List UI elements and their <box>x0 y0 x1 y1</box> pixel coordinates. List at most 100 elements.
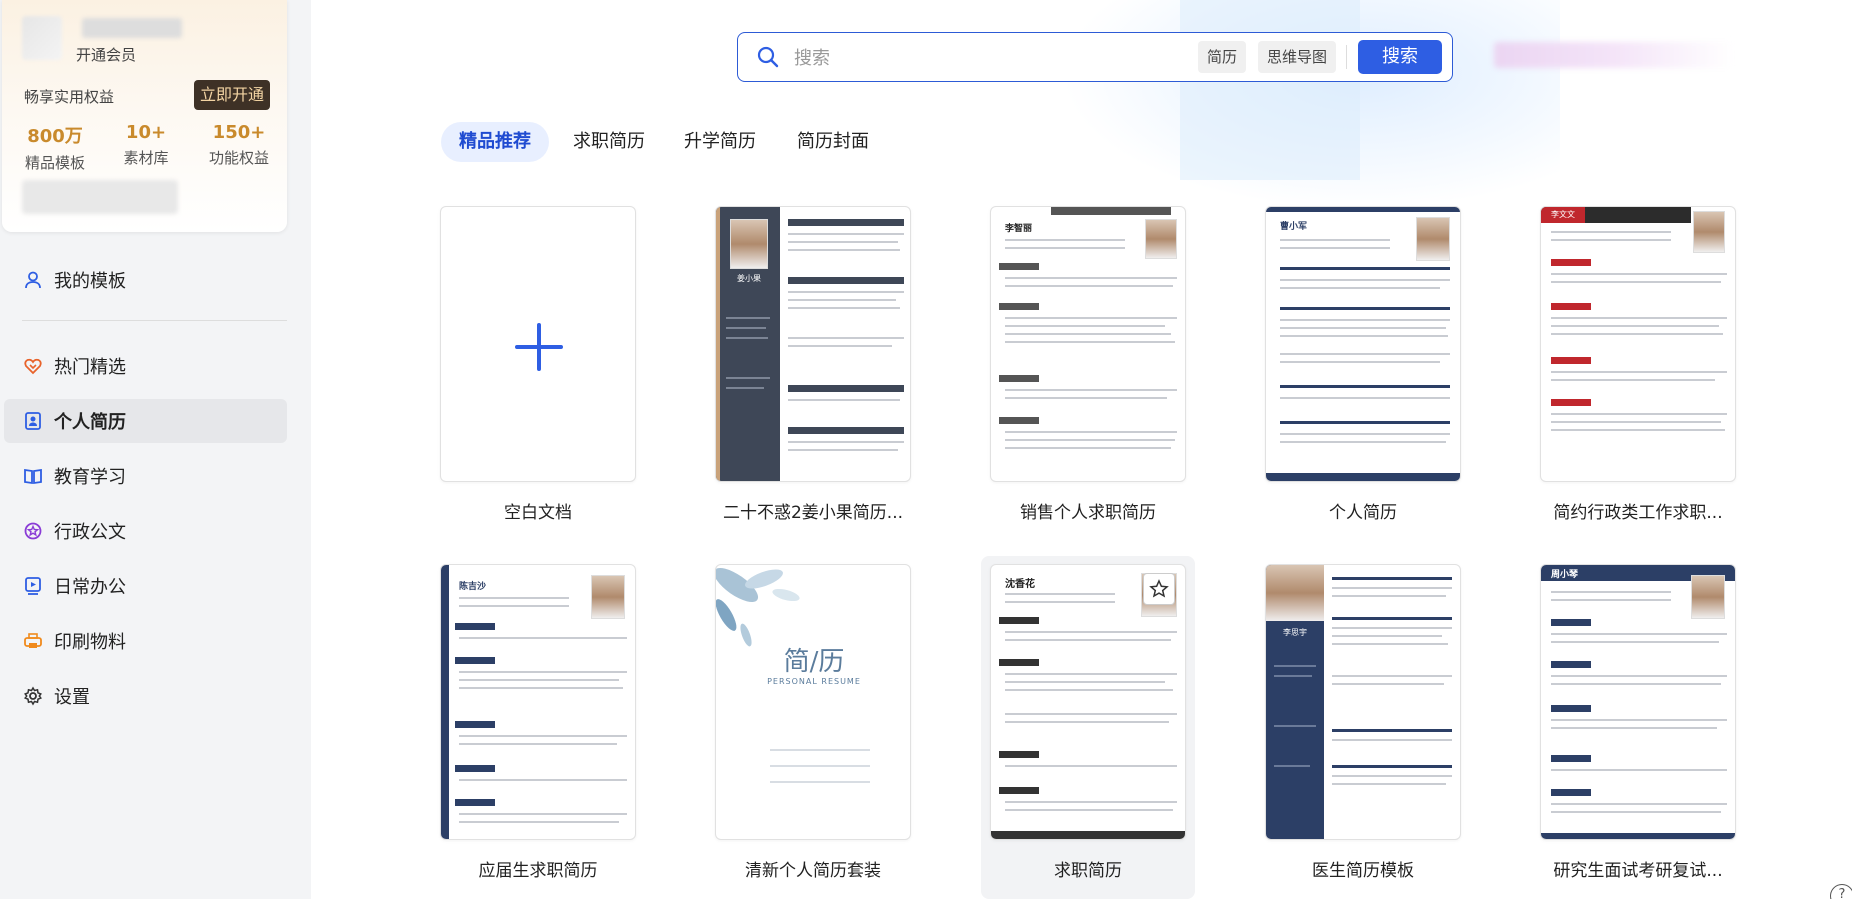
tab-resume-cover[interactable]: 简历封面 <box>779 122 887 162</box>
thumb-line <box>1551 683 1721 685</box>
thumb-line <box>1274 725 1316 727</box>
template-title[interactable]: 求职简历 <box>990 856 1186 881</box>
template-title[interactable]: 空白文档 <box>440 498 636 523</box>
avatar[interactable] <box>22 16 62 60</box>
nav-label: 印刷物料 <box>54 632 126 653</box>
thumb-line <box>726 317 770 319</box>
nav-label: 我的模板 <box>54 271 126 292</box>
template-card[interactable]: 李思宇 医生简历模板 <box>1265 564 1461 881</box>
search-chip-mindmap[interactable]: 思维导图 <box>1258 41 1337 73</box>
template-card[interactable]: 空白文档 <box>440 206 636 523</box>
template-title[interactable]: 个人简历 <box>1265 498 1461 523</box>
template-thumbnail[interactable]: 李智丽 <box>990 206 1186 482</box>
thumb-line <box>1005 431 1177 433</box>
nav-label: 个人简历 <box>54 412 126 433</box>
template-title[interactable]: 应届生求职简历 <box>440 856 636 881</box>
template-thumbnail[interactable]: 曹小军 <box>1265 206 1461 482</box>
favorite-star-button[interactable] <box>1143 573 1175 605</box>
thumb-line <box>1005 325 1165 327</box>
template-card[interactable]: 简/历 PERSONAL RESUME 清新个人简历套装 <box>715 564 911 881</box>
stat-label: 精品模板 <box>24 154 85 172</box>
template-card[interactable]: 周小琴 研究生面试考研复试... <box>1540 564 1736 881</box>
thumb-line <box>1274 665 1316 667</box>
thumb-section-header <box>1551 789 1591 796</box>
thumb-line <box>1551 641 1719 643</box>
template-title[interactable]: 清新个人简历套装 <box>715 856 911 881</box>
thumb-section-header <box>999 659 1039 666</box>
template-card[interactable]: 李智丽 销售个人求职简历 <box>990 206 1186 523</box>
thumb-section-header <box>1551 303 1591 310</box>
template-thumbnail[interactable]: 简/历 PERSONAL RESUME <box>715 564 911 840</box>
template-card[interactable]: 曹小军 个人简历 <box>1265 206 1461 523</box>
thumb-section-header <box>455 799 495 806</box>
search-icon[interactable] <box>756 45 780 73</box>
nav-personal-resume[interactable]: 个人简历 <box>4 399 287 443</box>
template-title[interactable]: 研究生面试考研复试... <box>1540 856 1736 881</box>
search-input[interactable]: 搜索 <box>794 44 830 70</box>
vip-benefit-text: 畅享实用权益 <box>24 88 115 106</box>
nav-my-templates[interactable]: 我的模板 <box>4 258 287 302</box>
thumb-line <box>459 735 627 737</box>
thumb-section-header <box>1332 617 1452 620</box>
gear-icon <box>22 685 44 707</box>
thumb-line <box>1280 361 1440 363</box>
thumb-line <box>1005 333 1171 335</box>
thumb-line <box>1551 727 1717 729</box>
nav-administrative[interactable]: 行政公文 <box>4 509 287 553</box>
thumb-line <box>1005 447 1171 449</box>
nav-hot-picks[interactable]: 热门精选 <box>4 344 287 388</box>
template-card[interactable]: 李文文 简约行政类工作求职... <box>1540 206 1736 523</box>
template-thumbnail[interactable]: 沈香花 <box>990 564 1186 840</box>
template-thumbnail[interactable]: 李文文 <box>1540 206 1736 482</box>
thumb-photo <box>1691 575 1725 619</box>
thumb-section-header <box>1551 619 1591 626</box>
nav-education[interactable]: 教育学习 <box>4 454 287 498</box>
template-thumbnail[interactable]: 李思宇 <box>1265 564 1461 840</box>
thumb-section-header <box>788 277 904 284</box>
template-thumbnail[interactable]: 周小琴 <box>1540 564 1736 840</box>
template-title[interactable]: 二十不惑2姜小果简历... <box>715 498 911 523</box>
search-button[interactable]: 搜索 <box>1358 40 1442 74</box>
vip-stat-materials: 10+ 素材库 <box>106 122 186 168</box>
search-chip-resume[interactable]: 简历 <box>1198 41 1247 73</box>
tab-admission-resume[interactable]: 升学简历 <box>666 122 774 162</box>
thumb-line <box>1005 713 1177 715</box>
thumb-line <box>459 743 617 745</box>
thumb-section-header <box>999 617 1039 624</box>
nav-print-materials[interactable]: 印刷物料 <box>4 619 287 663</box>
thumb-section-header <box>455 765 495 772</box>
thumb-section-header <box>1332 765 1452 768</box>
template-thumbnail[interactable]: 陈吉沙 <box>440 564 636 840</box>
template-card[interactable]: 沈香花 求职简历 <box>990 564 1186 881</box>
open-vip-button[interactable]: 立即开通 <box>194 80 270 110</box>
thumb-name: 李思宇 <box>1283 628 1307 637</box>
thumb-section-header <box>1551 705 1591 712</box>
thumb-line <box>1551 281 1721 283</box>
template-card[interactable]: 陈吉沙 应届生求职简历 <box>440 564 636 881</box>
template-title[interactable]: 销售个人求职简历 <box>990 498 1186 523</box>
thumb-photo <box>591 575 625 619</box>
monitor-play-icon <box>22 575 44 597</box>
vip-status[interactable]: 开通会员 <box>76 44 136 65</box>
template-card[interactable]: 姜小果 二十不惑2姜小果简历... <box>715 206 911 523</box>
thumb-section-header <box>1280 267 1450 270</box>
nav-settings[interactable]: 设置 <box>4 674 287 718</box>
nav-daily-office[interactable]: 日常办公 <box>4 564 287 608</box>
tab-featured[interactable]: 精品推荐 <box>441 122 549 162</box>
nav-label: 设置 <box>54 687 90 708</box>
thumb-line <box>1551 591 1671 593</box>
tab-job-resume[interactable]: 求职简历 <box>555 122 663 162</box>
thumb-line <box>1551 371 1727 373</box>
thumb-line <box>726 377 770 379</box>
stat-value: 150+ <box>212 122 266 143</box>
thumb-line <box>1551 803 1727 805</box>
template-thumbnail[interactable] <box>440 206 636 482</box>
template-title[interactable]: 简约行政类工作求职... <box>1540 498 1736 523</box>
nav-divider <box>22 320 287 321</box>
thumb-line <box>1551 325 1719 327</box>
help-icon[interactable]: ? <box>1830 884 1852 899</box>
thumb-top-band <box>1051 207 1171 215</box>
template-thumbnail[interactable]: 姜小果 <box>715 206 911 482</box>
template-title[interactable]: 医生简历模板 <box>1265 856 1461 881</box>
thumb-name: 姜小果 <box>737 274 761 283</box>
